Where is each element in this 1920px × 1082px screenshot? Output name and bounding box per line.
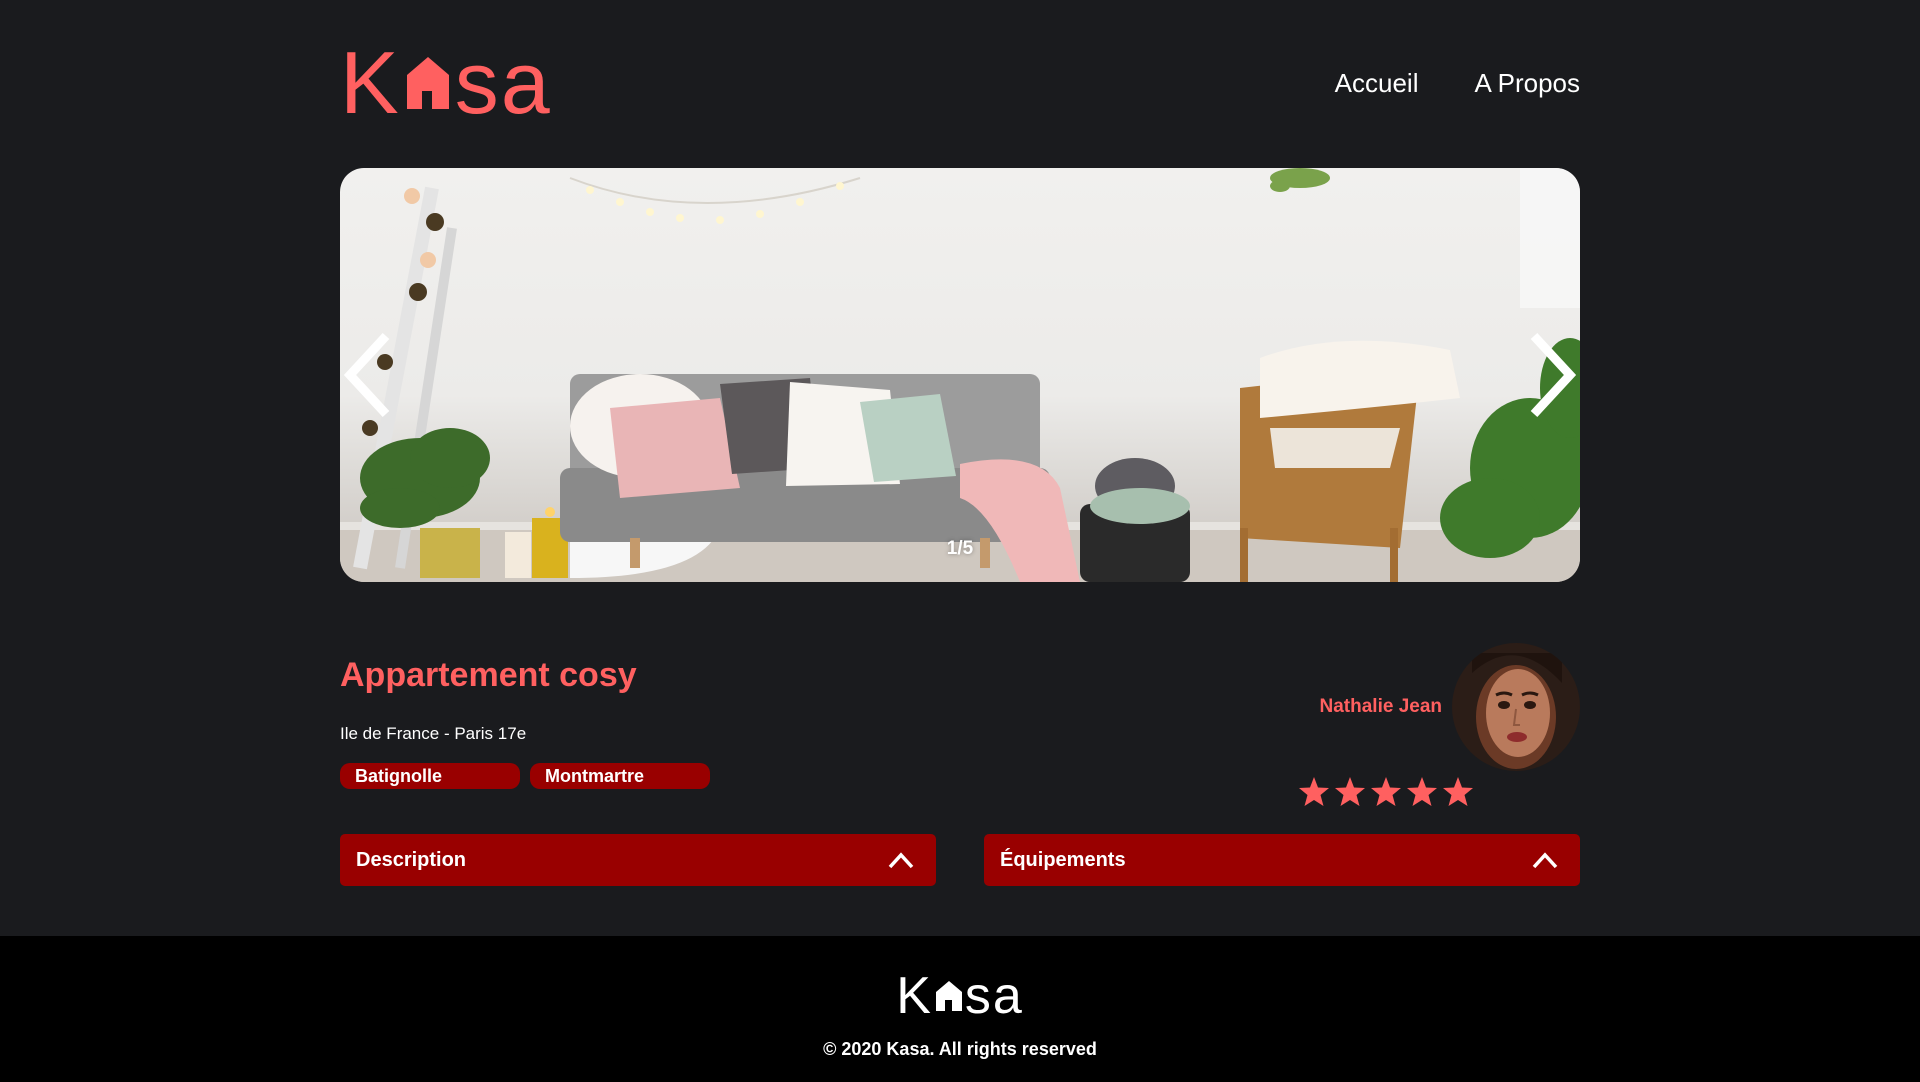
site-footer: K sa © 2020 Kasa. All rights reserved — [0, 936, 1920, 1082]
image-carousel: 1/5 — [340, 168, 1580, 582]
site-header: K sa Accueil A Propos — [340, 39, 1580, 127]
logo-letters-sa: sa — [454, 33, 552, 132]
equipments-collapse-header[interactable]: Équipements — [984, 834, 1580, 886]
star-icon — [1443, 777, 1473, 806]
chevron-up-icon[interactable] — [888, 851, 914, 869]
image-counter: 1/5 — [946, 538, 974, 559]
tag-batignolle: Batignolle — [340, 763, 520, 789]
equipments-label: Équipements — [1000, 848, 1126, 871]
previous-image-arrow-icon[interactable] — [340, 330, 400, 420]
star-icon — [1407, 777, 1437, 806]
description-collapse-header[interactable]: Description — [340, 834, 936, 886]
tag-montmartre: Montmartre — [530, 763, 710, 789]
star-icon — [1335, 777, 1365, 806]
apartment-photo — [340, 168, 1580, 582]
listing-location: Ile de France - Paris 17e — [340, 724, 527, 743]
host-info: Nathalie Jean — [1290, 640, 1580, 774]
chevron-up-icon[interactable] — [1532, 851, 1558, 869]
host-avatar — [1452, 643, 1580, 771]
footer-logo: K sa — [0, 970, 1920, 1022]
next-image-arrow-icon[interactable] — [1520, 330, 1580, 420]
logo-letter-k: K — [340, 33, 401, 132]
description-label: Description — [356, 848, 467, 871]
house-icon — [406, 57, 449, 109]
copyright-text: © 2020 Kasa. All rights reserved — [823, 1039, 1097, 1059]
house-icon — [935, 981, 962, 1011]
nav-about-link[interactable]: A Propos — [1474, 68, 1580, 99]
star-icon — [1299, 777, 1329, 806]
nav-home-link[interactable]: Accueil — [1335, 68, 1419, 99]
footer-logo-letters-sa: sa — [964, 967, 1024, 1025]
tag-list: Batignolle Montmartre — [340, 763, 710, 789]
footer-logo-letter-k: K — [896, 967, 933, 1025]
listing-title: Appartement cosy — [340, 656, 637, 694]
kasa-logo[interactable]: K sa — [340, 39, 552, 127]
main-nav: Accueil A Propos — [1335, 68, 1580, 99]
star-icon — [1371, 777, 1401, 806]
host-name: Nathalie Jean — [1319, 696, 1443, 717]
rating-stars — [1298, 776, 1474, 808]
